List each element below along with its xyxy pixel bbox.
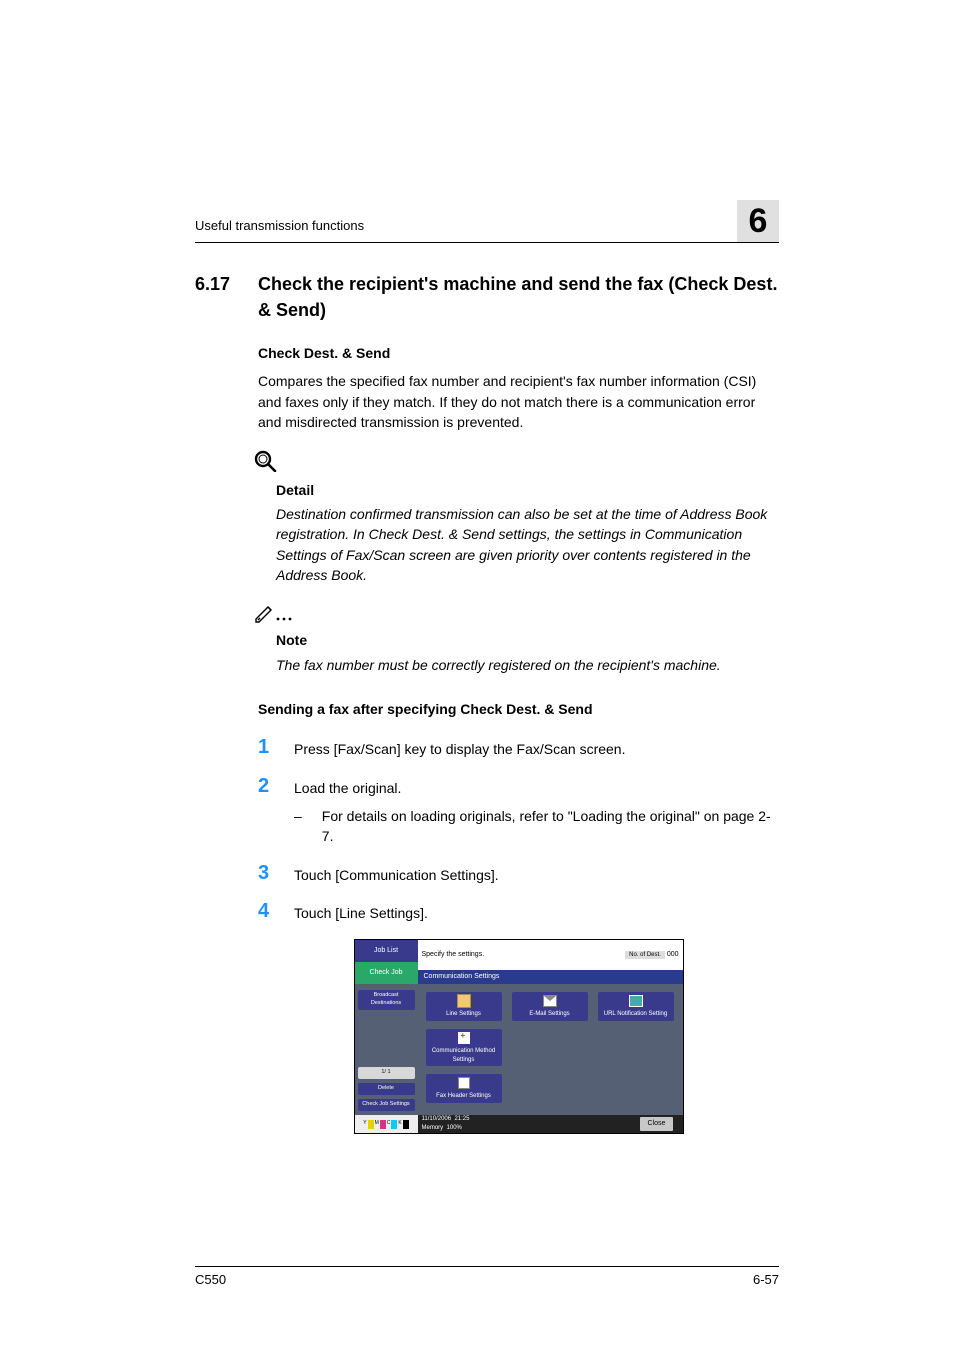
- step-number: 3: [258, 863, 294, 885]
- dest-count-label: No. of Dest.: [625, 951, 665, 959]
- button-label: Fax Header Settings: [426, 1092, 502, 1101]
- button-label: Communication Method Settings: [426, 1047, 502, 1064]
- check-job-tab[interactable]: Check Job: [355, 962, 418, 984]
- footer-page-number: 6-57: [753, 1271, 779, 1290]
- procedure-heading: Sending a fax after specifying Check Des…: [258, 699, 779, 719]
- dash-icon: –: [294, 806, 322, 847]
- memory-label: Memory: [422, 1125, 444, 1131]
- note-body: The fax number must be correctly registe…: [276, 655, 779, 675]
- url-notification-button[interactable]: URL Notification Setting: [598, 992, 674, 1021]
- step-text: Load the original.: [294, 778, 779, 798]
- footer-model: C550: [195, 1271, 226, 1290]
- prompt-text: Specify the settings.: [422, 950, 485, 960]
- button-label: Line Settings: [426, 1010, 502, 1019]
- step-number: 4: [258, 901, 294, 923]
- section-number: 6.17: [195, 271, 258, 323]
- note-callout: Note The fax number must be correctly re…: [258, 603, 779, 675]
- step-text: Press [Fax/Scan] key to display the Fax/…: [294, 737, 779, 759]
- chapter-number: 6: [737, 200, 779, 242]
- fax-icon: [458, 1077, 470, 1089]
- device-screenshot: Job List Check Job Specify the settings.…: [354, 939, 684, 1134]
- footer-time: 21:25: [454, 1116, 469, 1122]
- mail-icon: [543, 995, 557, 1007]
- step-subitem: – For details on loading originals, refe…: [294, 806, 779, 847]
- button-label: URL Notification Setting: [598, 1010, 674, 1019]
- section-title: Check the recipient's machine and send t…: [258, 271, 779, 323]
- job-list-tab[interactable]: Job List: [355, 940, 418, 962]
- memory-value: 100%: [447, 1125, 462, 1131]
- step-2: 2 Load the original. – For details on lo…: [258, 776, 779, 847]
- pager: 1/ 1: [358, 1067, 415, 1079]
- button-label: E-Mail Settings: [512, 1010, 588, 1019]
- line-settings-button[interactable]: Line Settings: [426, 992, 502, 1021]
- panel-title: Communication Settings: [418, 970, 683, 984]
- email-settings-button[interactable]: E-Mail Settings: [512, 992, 588, 1021]
- method-icon: [458, 1032, 470, 1044]
- pencil-note-icon: [254, 603, 779, 628]
- magnifier-icon: [254, 450, 779, 477]
- screen-icon: [629, 995, 643, 1007]
- step-1: 1 Press [Fax/Scan] key to display the Fa…: [258, 737, 779, 759]
- close-button[interactable]: Close: [640, 1117, 674, 1131]
- broadcast-destinations-button[interactable]: Broadcast Destinations: [358, 990, 415, 1010]
- subsection-heading-check-dest: Check Dest. & Send: [258, 343, 779, 363]
- step-subtext: For details on loading originals, refer …: [322, 806, 779, 847]
- running-head: Useful transmission functions: [195, 217, 729, 236]
- delete-button[interactable]: Delete: [358, 1083, 415, 1095]
- communication-method-button[interactable]: Communication Method Settings: [426, 1029, 502, 1066]
- detail-title: Detail: [276, 480, 779, 500]
- check-job-settings-button[interactable]: Check Job Settings: [358, 1099, 415, 1111]
- dest-count-value: 000: [667, 951, 679, 958]
- step-number: 1: [258, 737, 294, 759]
- footer-date: 11/10/2006: [422, 1116, 452, 1122]
- document-icon: [457, 994, 471, 1008]
- step-text: Touch [Communication Settings].: [294, 863, 779, 885]
- fax-header-button[interactable]: Fax Header Settings: [426, 1074, 502, 1103]
- toner-levels: Y M C K: [355, 1115, 418, 1133]
- step-4: 4 Touch [Line Settings].: [258, 901, 779, 923]
- subsection-body-check-dest: Compares the specified fax number and re…: [258, 371, 779, 432]
- step-3: 3 Touch [Communication Settings].: [258, 863, 779, 885]
- detail-body: Destination confirmed transmission can a…: [276, 504, 779, 585]
- step-text: Touch [Line Settings].: [294, 901, 779, 923]
- detail-callout: Detail Destination confirmed transmissio…: [258, 450, 779, 585]
- step-number: 2: [258, 776, 294, 847]
- note-title: Note: [276, 630, 779, 650]
